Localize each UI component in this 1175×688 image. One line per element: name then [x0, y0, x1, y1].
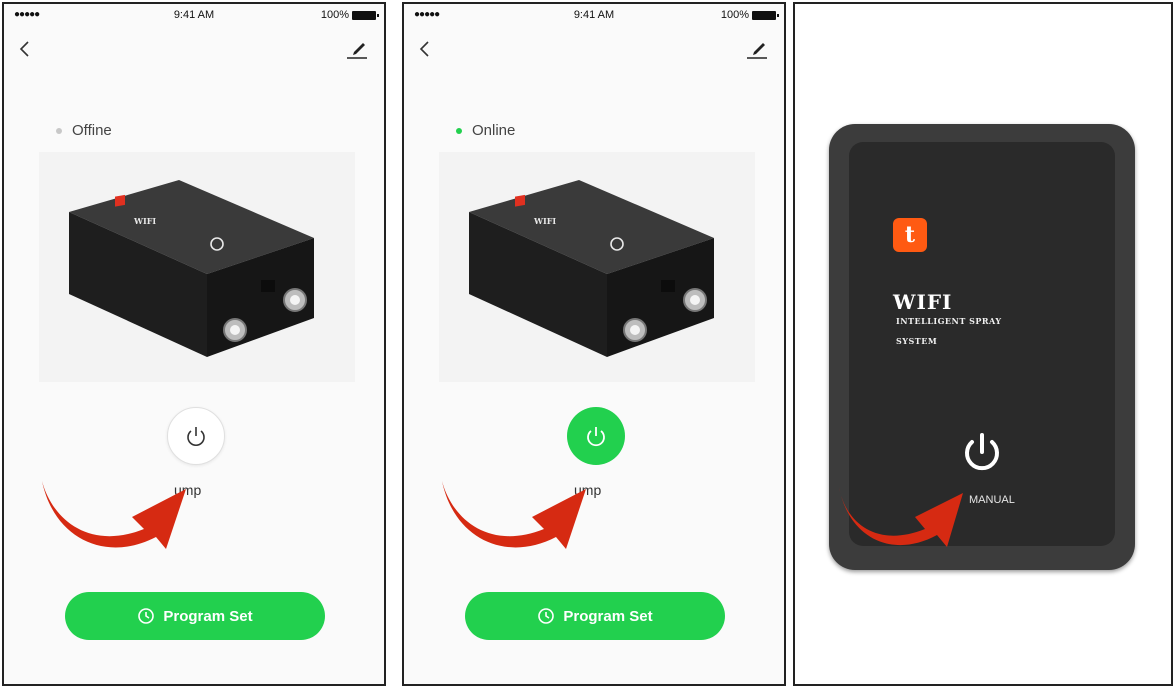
back-chevron-icon — [419, 41, 429, 57]
connection-status: Offine — [56, 122, 112, 139]
tuya-logo-icon: t — [893, 218, 927, 252]
battery-indicator: 100% — [320, 9, 379, 21]
app-screen-online: ●●●●● 9:41 AM 100% Online WIFI ump Progr… — [402, 2, 786, 686]
status-label: Online — [472, 122, 516, 139]
battery-text: 100% — [720, 9, 749, 21]
back-button[interactable] — [414, 37, 436, 61]
logo-letter: t — [904, 222, 916, 248]
battery-icon — [352, 10, 379, 20]
status-label: Offine — [72, 122, 112, 139]
status-dot — [456, 127, 462, 134]
battery-text: 100% — [320, 9, 349, 21]
back-button[interactable] — [14, 37, 36, 61]
status-dot — [56, 127, 62, 134]
battery-indicator: 100% — [720, 9, 779, 21]
device-brand-text: WIFI — [133, 216, 156, 226]
edit-button[interactable] — [744, 37, 770, 61]
status-bar: ●●●●● 9:41 AM 100% — [4, 4, 384, 26]
power-icon — [187, 427, 205, 446]
edit-button[interactable] — [344, 37, 370, 61]
app-screen-offline: ●●●●● 9:41 AM 100% Offine WIFI ump Progr… — [2, 2, 386, 686]
program-set-label: Program Set — [163, 607, 253, 625]
edit-pencil-icon — [747, 43, 767, 59]
power-icon — [587, 427, 605, 447]
device-image: WIFI — [39, 152, 355, 382]
program-set-button[interactable]: Program Set — [65, 592, 325, 640]
pump-power-button[interactable] — [567, 407, 625, 465]
connection-status: Online — [456, 122, 515, 139]
clock-icon — [138, 608, 155, 624]
clock-icon — [538, 608, 555, 624]
curved-arrow-icon — [839, 487, 963, 547]
program-set-label: Program Set — [563, 607, 653, 625]
hardware-controller-photo: t WIFI INTELLIGENT SPRAY SYSTEM MANUAL — [793, 2, 1173, 686]
curved-arrow-icon — [42, 481, 186, 549]
edit-pencil-icon — [347, 43, 367, 59]
controller-title: WIFI — [893, 290, 953, 314]
device-image: WIFI — [439, 152, 755, 382]
device-brand-text: WIFI — [533, 216, 556, 226]
battery-icon — [752, 10, 779, 20]
controller-subtitle-1: INTELLIGENT SPRAY — [896, 316, 1002, 326]
program-set-button[interactable]: Program Set — [465, 592, 725, 640]
status-bar: ●●●●● 9:41 AM 100% — [404, 4, 784, 26]
pump-power-button[interactable] — [167, 407, 225, 465]
curved-arrow-icon — [442, 481, 586, 549]
back-chevron-icon — [19, 41, 29, 57]
controller-subtitle-2: SYSTEM — [896, 336, 938, 346]
